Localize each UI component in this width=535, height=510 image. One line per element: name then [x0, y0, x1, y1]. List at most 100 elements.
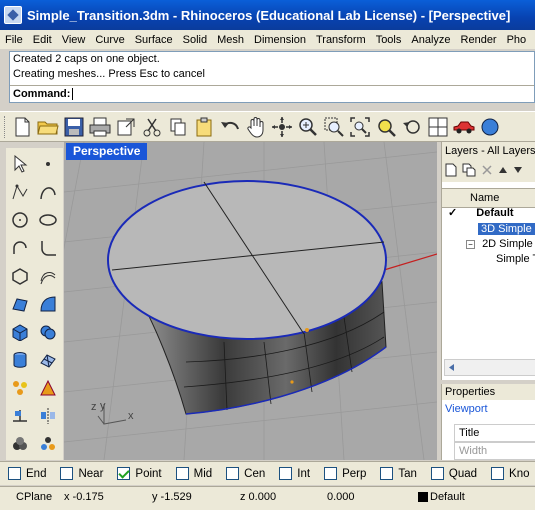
menu-bar: File Edit View Curve Surface Solid Mesh …	[0, 30, 535, 49]
property-width-field[interactable]: Width	[454, 442, 535, 460]
box-solid-icon[interactable]	[8, 320, 32, 344]
osnap-checkbox[interactable]	[226, 467, 240, 480]
osnap-near[interactable]: Near	[60, 467, 103, 480]
osnap-cen[interactable]: Cen	[226, 467, 265, 480]
toolbar-grip[interactable]	[4, 115, 7, 138]
osnap-end[interactable]: End	[8, 467, 46, 480]
layer-row-3d-simple[interactable]: 3D Simple	[442, 222, 535, 237]
select-arrow-icon[interactable]	[8, 152, 32, 176]
osnap-checkbox[interactable]	[60, 467, 74, 480]
move-up-icon[interactable]	[498, 165, 508, 178]
new-layer-icon[interactable]	[445, 163, 457, 180]
osnap-knot[interactable]: Kno	[491, 467, 530, 480]
undo-icon[interactable]	[218, 115, 242, 139]
layer-row-2d-simple[interactable]: − 2D Simple T	[442, 237, 535, 252]
copy-icon[interactable]	[166, 115, 190, 139]
osnap-label: Int	[297, 467, 311, 480]
osnap-point[interactable]: Point	[117, 467, 162, 480]
osnap-checkbox[interactable]	[279, 467, 293, 480]
pan-hand-icon[interactable]	[244, 115, 268, 139]
open-folder-icon[interactable]	[36, 115, 60, 139]
cut-icon[interactable]	[140, 115, 164, 139]
mesh-icon[interactable]	[36, 348, 60, 372]
menu-surface[interactable]: Surface	[130, 34, 178, 46]
rhino-app-icon	[4, 6, 22, 24]
menu-curve[interactable]: Curve	[90, 34, 129, 46]
layers-horizontal-scrollbar[interactable]	[444, 359, 535, 376]
menu-analyze[interactable]: Analyze	[406, 34, 455, 46]
viewport-title-tab[interactable]: Perspective	[66, 143, 148, 160]
point-icon[interactable]	[36, 152, 60, 176]
menu-solid[interactable]: Solid	[178, 34, 212, 46]
status-current-layer[interactable]: Default	[418, 491, 465, 503]
fillet-curve-icon[interactable]	[36, 236, 60, 260]
osnap-checkbox[interactable]	[380, 467, 394, 480]
osnap-checkbox[interactable]	[117, 467, 131, 480]
osnap-int[interactable]: Int	[279, 467, 310, 480]
menu-mesh[interactable]: Mesh	[212, 34, 249, 46]
curve-icon[interactable]	[36, 180, 60, 204]
menu-file[interactable]: File	[0, 34, 28, 46]
menu-photo[interactable]: Pho	[502, 34, 532, 46]
layer-row-default[interactable]: ✓ Default	[442, 206, 535, 221]
cylinder-icon[interactable]	[8, 348, 32, 372]
menu-view[interactable]: View	[57, 34, 91, 46]
surface-points-icon[interactable]	[8, 292, 32, 316]
mirror-icon[interactable]	[36, 404, 60, 428]
four-viewports-icon[interactable]	[426, 115, 450, 139]
render-icon[interactable]	[36, 432, 60, 456]
menu-transform[interactable]: Transform	[311, 34, 371, 46]
surface-edge-icon[interactable]	[36, 292, 60, 316]
osnap-perp[interactable]: Perp	[324, 467, 366, 480]
undo-view-icon[interactable]	[400, 115, 424, 139]
status-bar: CPlane x -0.175 y -1.529 z 0.000 0.000 D…	[0, 486, 535, 510]
save-icon[interactable]	[62, 115, 86, 139]
ellipse-icon[interactable]	[36, 208, 60, 232]
rotate-view-icon[interactable]	[270, 115, 294, 139]
polyline-icon[interactable]	[8, 180, 32, 204]
osnap-checkbox[interactable]	[491, 467, 505, 480]
explode-icon[interactable]	[8, 376, 32, 400]
osnap-mid[interactable]: Mid	[175, 467, 212, 480]
layer-row-simple-t[interactable]: Simple T	[442, 252, 535, 267]
menu-render[interactable]: Render	[456, 34, 502, 46]
move-down-icon[interactable]	[513, 165, 523, 178]
osnap-tan[interactable]: Tan	[380, 467, 417, 480]
export-icon[interactable]	[114, 115, 138, 139]
print-icon[interactable]	[88, 115, 112, 139]
boolean-union-icon[interactable]	[36, 320, 60, 344]
osnap-checkbox[interactable]	[175, 467, 189, 480]
arc-icon[interactable]	[8, 236, 32, 260]
command-input[interactable]: Command:	[10, 85, 534, 102]
delete-layer-icon[interactable]	[481, 164, 493, 179]
polygon-icon[interactable]	[8, 264, 32, 288]
new-file-icon[interactable]	[10, 115, 34, 139]
perspective-viewport[interactable]: z y x	[64, 142, 437, 460]
osnap-checkbox[interactable]	[430, 467, 444, 480]
layers-name-column-header[interactable]: Name	[442, 188, 535, 208]
property-title-field[interactable]: Title	[454, 424, 535, 442]
zoom-extents-icon[interactable]	[348, 115, 372, 139]
circle-icon[interactable]	[8, 208, 32, 232]
trim-icon[interactable]	[36, 376, 60, 400]
status-cplane[interactable]: CPlane	[16, 491, 52, 503]
render-sphere-icon[interactable]	[478, 115, 502, 139]
menu-dimension[interactable]: Dimension	[249, 34, 311, 46]
scroll-left-icon[interactable]	[447, 363, 455, 375]
osnap-checkbox[interactable]	[8, 467, 21, 480]
analyze-icon[interactable]	[8, 432, 32, 456]
zoom-selected-icon[interactable]	[374, 115, 398, 139]
properties-viewport-tab[interactable]: Viewport	[442, 400, 535, 418]
move-icon[interactable]	[8, 404, 32, 428]
collapse-layer-icon[interactable]: −	[466, 240, 475, 249]
paste-icon[interactable]	[192, 115, 216, 139]
osnap-quad[interactable]: Quad	[430, 467, 477, 480]
osnap-checkbox[interactable]	[324, 467, 338, 480]
menu-edit[interactable]: Edit	[28, 34, 57, 46]
zoom-window-icon[interactable]	[322, 115, 346, 139]
menu-tools[interactable]: Tools	[371, 34, 407, 46]
zoom-dynamic-icon[interactable]	[296, 115, 320, 139]
shaded-car-icon[interactable]	[452, 115, 476, 139]
new-sublayer-icon[interactable]	[462, 163, 476, 180]
offset-curve-icon[interactable]	[36, 264, 60, 288]
